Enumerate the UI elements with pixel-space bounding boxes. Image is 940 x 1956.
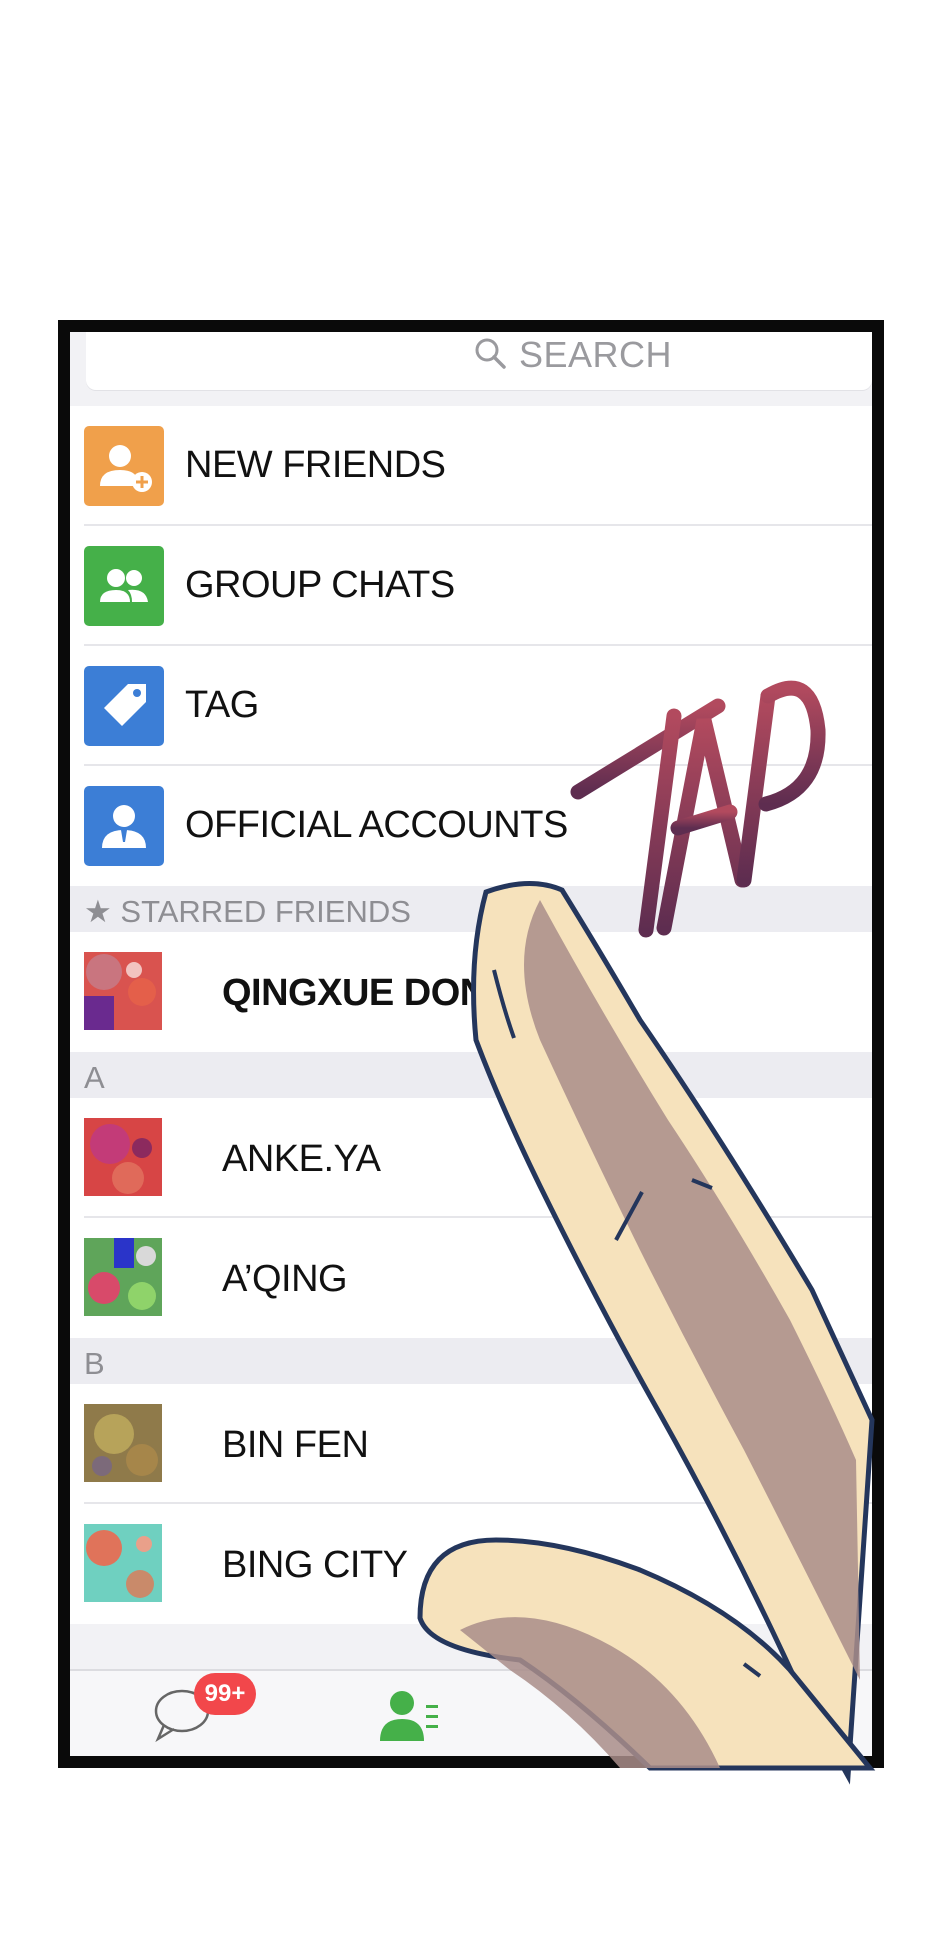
contact-row[interactable]: QINGXUE DON <box>70 932 872 1052</box>
tag-label: TAG <box>185 684 259 726</box>
section-header-a: A <box>70 1052 872 1098</box>
group-chats-label: GROUP CHATS <box>185 564 455 606</box>
phone-screen-panel: SEARCH NEW FRIENDS GROUP CHATS TAG OFFIC… <box>58 320 884 1768</box>
unread-badge: 99+ <box>194 1673 256 1715</box>
search-bar[interactable]: SEARCH <box>86 332 872 390</box>
avatar <box>84 1238 162 1316</box>
official-account-icon <box>84 786 164 866</box>
group-chats-row[interactable]: GROUP CHATS <box>70 526 872 646</box>
official-accounts-row[interactable]: OFFICIAL ACCOUNTS <box>70 766 872 886</box>
tag-icon <box>84 666 164 746</box>
contact-row[interactable]: BING CITY <box>70 1504 872 1624</box>
tab-chats[interactable]: 99+ <box>152 1673 256 1743</box>
contact-name: A’QING <box>222 1258 348 1300</box>
contact-name: BIN FEN <box>222 1424 369 1466</box>
starred-friends-title: ★ STARRED FRIENDS <box>84 894 411 929</box>
contact-row[interactable]: ANKE.YA <box>70 1098 872 1218</box>
avatar <box>84 1524 162 1602</box>
star-icon: ★ <box>84 894 112 929</box>
section-header-b: B <box>70 1338 872 1384</box>
group-icon <box>84 546 164 626</box>
tag-row[interactable]: TAG <box>70 646 872 766</box>
avatar <box>84 1118 162 1196</box>
new-friends-row[interactable]: NEW FRIENDS <box>70 406 872 526</box>
contact-name: ANKE.YA <box>222 1138 381 1180</box>
section-letter: B <box>84 1346 105 1381</box>
chat-bubble-icon <box>152 1689 214 1747</box>
new-friends-label: NEW FRIENDS <box>185 444 446 486</box>
tab-contacts[interactable] <box>378 1685 442 1745</box>
official-accounts-label: OFFICIAL ACCOUNTS <box>185 804 568 846</box>
section-letter: A <box>84 1060 105 1095</box>
avatar <box>84 952 162 1030</box>
contacts-icon <box>378 1691 442 1749</box>
starred-friends-header: ★ STARRED FRIENDS <box>70 886 872 932</box>
contacts-screen: SEARCH NEW FRIENDS GROUP CHATS TAG OFFIC… <box>70 332 872 1756</box>
search-icon <box>473 336 507 375</box>
contact-row[interactable]: A’QING <box>70 1218 872 1338</box>
bottom-tab-bar: 99+ <box>70 1669 872 1756</box>
contact-row[interactable]: BIN FEN <box>70 1384 872 1504</box>
add-user-icon <box>84 426 164 506</box>
search-field[interactable]: SEARCH <box>473 334 672 376</box>
contact-name: QINGXUE DON <box>222 972 487 1014</box>
contact-name: BING CITY <box>222 1544 408 1586</box>
avatar <box>84 1404 162 1482</box>
search-placeholder: SEARCH <box>519 334 673 375</box>
